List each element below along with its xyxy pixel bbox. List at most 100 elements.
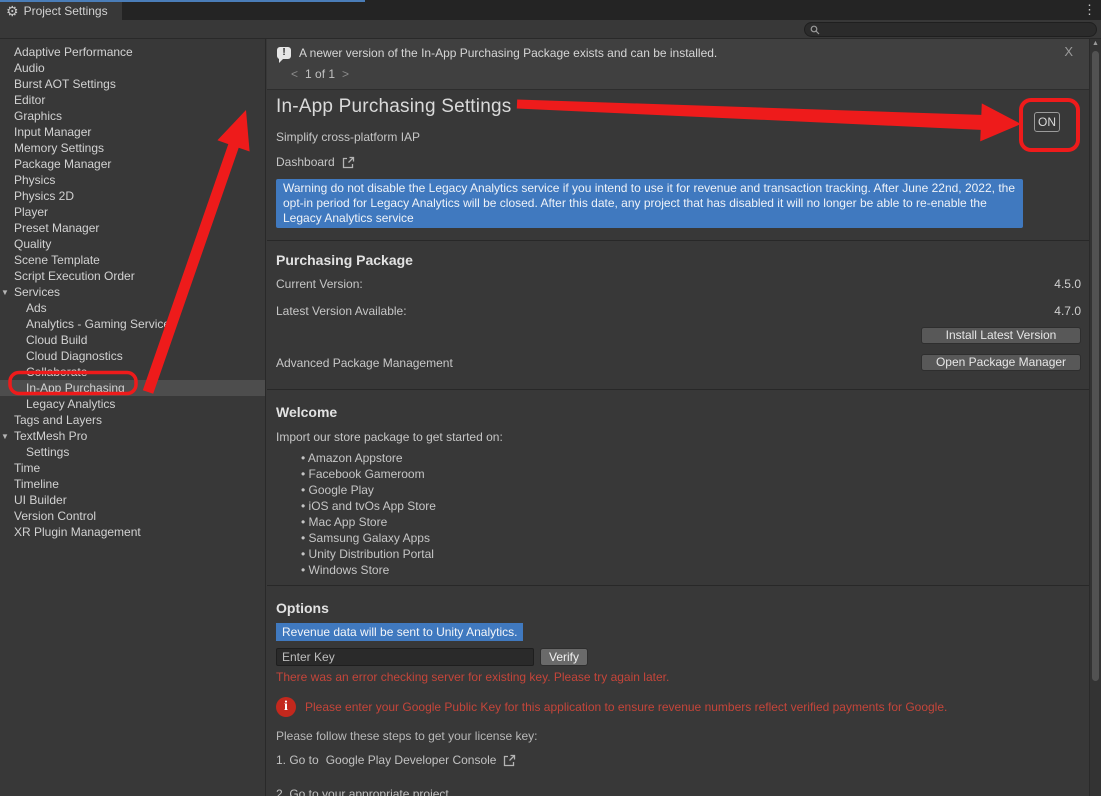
scrollbar-thumb[interactable] bbox=[1092, 51, 1099, 681]
verify-button[interactable]: Verify bbox=[540, 648, 588, 666]
dashboard-link[interactable]: Dashboard bbox=[276, 155, 335, 169]
sidebar-item-label: Player bbox=[14, 205, 48, 219]
sidebar-item-input-manager[interactable]: Input Manager bbox=[0, 124, 265, 140]
sidebar-item-label: Collaborate bbox=[26, 365, 87, 379]
notification-bubble-icon bbox=[277, 47, 291, 59]
sidebar-item-label: Graphics bbox=[14, 109, 62, 123]
sidebar-item-physics[interactable]: Physics bbox=[0, 172, 265, 188]
foldout-triangle-icon[interactable]: ▼ bbox=[1, 285, 9, 301]
google-key-error-text: Please enter your Google Public Key for … bbox=[305, 697, 947, 714]
scroll-up-arrow-icon[interactable]: ▲ bbox=[1092, 40, 1099, 47]
sidebar-item-tags-and-layers[interactable]: Tags and Layers bbox=[0, 412, 265, 428]
package-update-notification: A newer version of the In-App Purchasing… bbox=[267, 39, 1089, 90]
options-heading: Options bbox=[276, 600, 1081, 616]
sidebar-item-label: Tags and Layers bbox=[14, 413, 102, 427]
in-app-purchasing-panel: A newer version of the In-App Purchasing… bbox=[267, 39, 1089, 796]
sidebar-item-label: Package Manager bbox=[14, 157, 111, 171]
sidebar-item-version-control[interactable]: Version Control bbox=[0, 508, 265, 524]
notification-pager: < 1 of 1 > bbox=[291, 67, 1079, 81]
pager-prev-icon[interactable]: < bbox=[291, 67, 298, 81]
step1-text: 1. Go to bbox=[276, 753, 319, 767]
sidebar-item-player[interactable]: Player bbox=[0, 204, 265, 220]
sidebar-item-label: Settings bbox=[26, 445, 69, 459]
sidebar-item-time[interactable]: Time bbox=[0, 460, 265, 476]
sidebar-item-package-manager[interactable]: Package Manager bbox=[0, 156, 265, 172]
server-error-text: There was an error checking server for e… bbox=[276, 670, 1081, 684]
sidebar-item-label: Analytics - Gaming Services bbox=[26, 317, 176, 331]
kebab-menu-icon[interactable]: ⋮ bbox=[1083, 3, 1096, 16]
search-box[interactable] bbox=[804, 22, 1097, 37]
sidebar-item-analytics-gaming-services[interactable]: Analytics - Gaming Services bbox=[0, 316, 265, 332]
sidebar-item-graphics[interactable]: Graphics bbox=[0, 108, 265, 124]
gear-icon: ⚙ bbox=[6, 4, 19, 18]
search-icon bbox=[810, 25, 820, 35]
sidebar-item-timeline[interactable]: Timeline bbox=[0, 476, 265, 492]
sidebar-item-cloud-build[interactable]: Cloud Build bbox=[0, 332, 265, 348]
external-link-icon[interactable] bbox=[342, 156, 355, 169]
page-title: In-App Purchasing Settings bbox=[276, 96, 1081, 118]
sidebar-item-audio[interactable]: Audio bbox=[0, 60, 265, 76]
sidebar-item-memory-settings[interactable]: Memory Settings bbox=[0, 140, 265, 156]
analytics-note-badge: Revenue data will be sent to Unity Analy… bbox=[276, 623, 523, 641]
google-play-console-link[interactable]: Google Play Developer Console bbox=[326, 753, 497, 767]
title-bar: ⚙ Project Settings ⋮ bbox=[0, 0, 1101, 20]
section-divider bbox=[267, 585, 1089, 586]
purchasing-package-heading: Purchasing Package bbox=[276, 252, 1081, 268]
sidebar-item-label: Time bbox=[14, 461, 40, 475]
external-link-icon[interactable] bbox=[503, 754, 516, 767]
sidebar-item-label: XR Plugin Management bbox=[14, 525, 141, 539]
sidebar-item-burst-aot-settings[interactable]: Burst AOT Settings bbox=[0, 76, 265, 92]
steps-intro-text: Please follow these steps to get your li… bbox=[276, 729, 1081, 743]
sidebar-item-settings[interactable]: Settings bbox=[0, 444, 265, 460]
sidebar-item-collaborate[interactable]: Collaborate bbox=[0, 364, 265, 380]
store-list-item: Amazon Appstore bbox=[301, 450, 1081, 466]
sidebar-item-label: TextMesh Pro bbox=[14, 429, 87, 443]
google-key-input[interactable] bbox=[276, 648, 534, 666]
sidebar-item-services[interactable]: ▼ Services bbox=[0, 284, 265, 300]
focus-indicator-line bbox=[0, 0, 365, 2]
sidebar-item-in-app-purchasing[interactable]: In-App Purchasing bbox=[0, 380, 265, 396]
toolbar bbox=[0, 20, 1101, 39]
sidebar-item-legacy-analytics[interactable]: Legacy Analytics bbox=[0, 396, 265, 412]
sidebar-item-quality[interactable]: Quality bbox=[0, 236, 265, 252]
open-package-manager-button[interactable]: Open Package Manager bbox=[921, 354, 1081, 371]
sidebar-item-cloud-diagnostics[interactable]: Cloud Diagnostics bbox=[0, 348, 265, 364]
sidebar-item-script-execution-order[interactable]: Script Execution Order bbox=[0, 268, 265, 284]
settings-category-list: Adaptive PerformanceAudioBurst AOT Setti… bbox=[0, 39, 266, 796]
store-list-item: Windows Store bbox=[301, 562, 1081, 578]
sidebar-item-label: Memory Settings bbox=[14, 141, 104, 155]
error-info-icon bbox=[276, 697, 296, 717]
sidebar-item-textmesh-pro[interactable]: ▼ TextMesh Pro bbox=[0, 428, 265, 444]
sidebar-item-xr-plugin-management[interactable]: XR Plugin Management bbox=[0, 524, 265, 540]
store-list-item: Google Play bbox=[301, 482, 1081, 498]
vertical-scrollbar[interactable]: ▲ bbox=[1089, 39, 1101, 796]
sidebar-item-adaptive-performance[interactable]: Adaptive Performance bbox=[0, 44, 265, 60]
tab-project-settings[interactable]: ⚙ Project Settings bbox=[0, 2, 122, 20]
sidebar-item-label: Script Execution Order bbox=[14, 269, 135, 283]
unity-project-settings-window: { "window": { "tab_title": "Project Sett… bbox=[0, 0, 1101, 796]
welcome-heading: Welcome bbox=[276, 404, 1081, 420]
install-latest-version-button[interactable]: Install Latest Version bbox=[921, 327, 1081, 344]
sidebar-item-ads[interactable]: Ads bbox=[0, 300, 265, 316]
pager-next-icon[interactable]: > bbox=[342, 67, 349, 81]
legacy-analytics-warning: Warning do not disable the Legacy Analyt… bbox=[276, 179, 1023, 228]
sidebar-item-preset-manager[interactable]: Preset Manager bbox=[0, 220, 265, 236]
search-input[interactable] bbox=[824, 24, 1084, 36]
sidebar-item-label: Input Manager bbox=[14, 125, 91, 139]
sidebar-item-label: Services bbox=[14, 285, 60, 299]
notification-close-icon[interactable]: X bbox=[1064, 44, 1073, 59]
advanced-package-management-label: Advanced Package Management bbox=[276, 356, 453, 370]
store-list-item: iOS and tvOs App Store bbox=[301, 498, 1081, 514]
sidebar-item-ui-builder[interactable]: UI Builder bbox=[0, 492, 265, 508]
sidebar-item-physics-2d[interactable]: Physics 2D bbox=[0, 188, 265, 204]
foldout-triangle-icon[interactable]: ▼ bbox=[1, 429, 9, 445]
sidebar-item-label: Quality bbox=[14, 237, 51, 251]
current-version-value: 4.5.0 bbox=[1054, 277, 1081, 291]
sidebar-item-label: Preset Manager bbox=[14, 221, 99, 235]
sidebar-item-editor[interactable]: Editor bbox=[0, 92, 265, 108]
page-subtitle: Simplify cross-platform IAP bbox=[276, 130, 1081, 144]
settings-content: In-App Purchasing Settings Simplify cros… bbox=[267, 96, 1089, 796]
sidebar-item-scene-template[interactable]: Scene Template bbox=[0, 252, 265, 268]
sidebar-item-label: Audio bbox=[14, 61, 45, 75]
pager-label: 1 of 1 bbox=[305, 67, 335, 81]
